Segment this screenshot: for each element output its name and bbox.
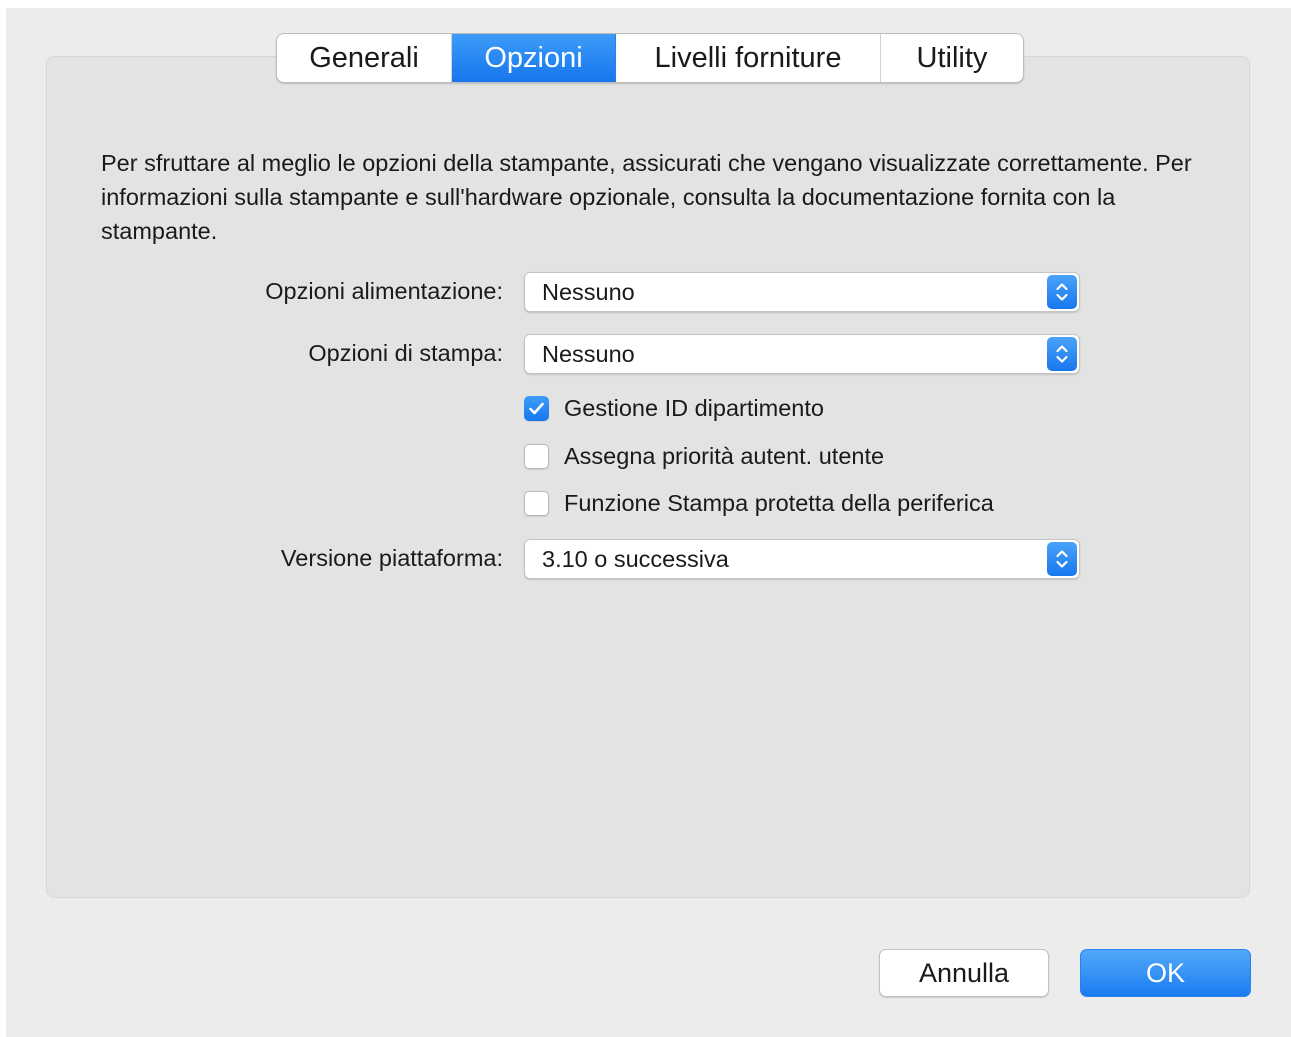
- up-down-chevron-icon: [1047, 542, 1077, 576]
- alimentazione-value: Nessuno: [542, 279, 635, 305]
- tab-opzioni[interactable]: Opzioni: [452, 34, 616, 82]
- stampa-protetta-checkbox[interactable]: [524, 490, 549, 516]
- assegna-priorita-checkbox-row[interactable]: Assegna priorità autent. utente: [524, 440, 884, 472]
- assegna-priorita-checkbox[interactable]: [524, 443, 549, 469]
- tab-utility[interactable]: Utility: [881, 34, 1023, 82]
- stampa-protetta-label: Funzione Stampa protetta della periferic…: [564, 489, 994, 516]
- ok-button[interactable]: OK: [1080, 949, 1251, 997]
- alimentazione-popup[interactable]: Nessuno: [524, 272, 1080, 312]
- tab-generali[interactable]: Generali: [277, 34, 452, 82]
- cancel-button[interactable]: Annulla: [879, 949, 1049, 997]
- alimentazione-label: Opzioni alimentazione:: [265, 278, 503, 304]
- up-down-chevron-icon: [1047, 275, 1077, 309]
- stampa-popup[interactable]: Nessuno: [524, 334, 1080, 374]
- stampa-protetta-checkbox-row[interactable]: Funzione Stampa protetta della periferic…: [524, 487, 994, 519]
- gestione-id-label: Gestione ID dipartimento: [564, 394, 824, 421]
- piattaforma-value: 3.10 o successiva: [542, 546, 729, 572]
- up-down-chevron-icon: [1047, 337, 1077, 371]
- tab-bar: Generali Opzioni Livelli forniture Utili…: [276, 33, 1024, 83]
- piattaforma-label: Versione piattaforma:: [280, 545, 503, 571]
- piattaforma-popup[interactable]: 3.10 o successiva: [524, 539, 1080, 579]
- stampa-value: Nessuno: [542, 341, 635, 367]
- assegna-priorita-label: Assegna priorità autent. utente: [564, 442, 885, 469]
- checkmark-icon: [529, 402, 544, 414]
- stampa-label: Opzioni di stampa:: [308, 340, 503, 366]
- gestione-id-checkbox-row[interactable]: Gestione ID dipartimento: [524, 392, 824, 424]
- tab-livelli-forniture[interactable]: Livelli forniture: [616, 34, 881, 82]
- gestione-id-checkbox[interactable]: [524, 395, 549, 421]
- printer-options-dialog: Generali Opzioni Livelli forniture Utili…: [6, 8, 1291, 1037]
- options-description: Per sfruttare al meglio le opzioni della…: [101, 150, 1192, 244]
